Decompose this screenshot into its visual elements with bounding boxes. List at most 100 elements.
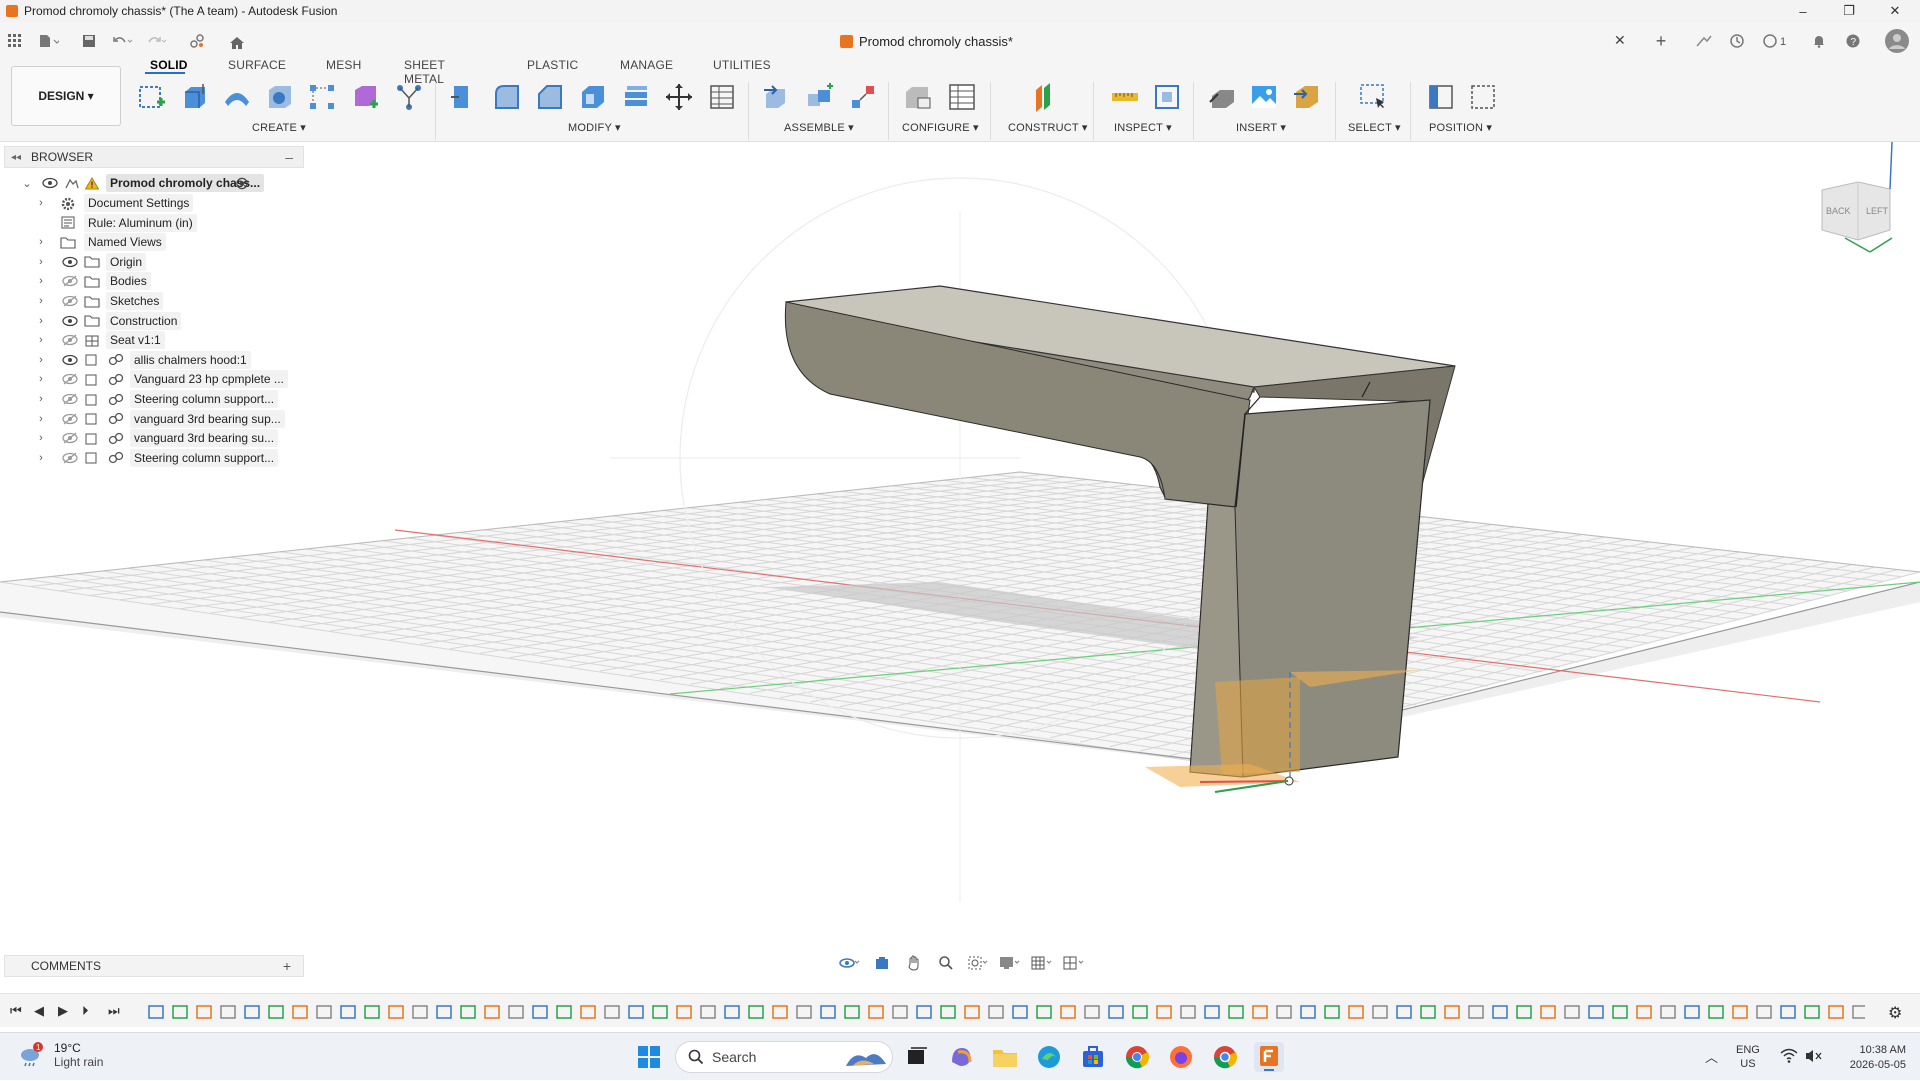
- minimize-panel-button[interactable]: –: [285, 149, 293, 165]
- fillet-icon[interactable]: [490, 80, 524, 114]
- timeline-feature-icon[interactable]: [724, 1005, 740, 1019]
- create-sketch-icon[interactable]: [135, 80, 169, 114]
- configuration-table-icon[interactable]: [945, 80, 979, 114]
- extensions-icon[interactable]: [1693, 30, 1715, 52]
- viewcube-left-label[interactable]: LEFT: [1866, 206, 1889, 216]
- browser-item-label[interactable]: Origin: [106, 252, 147, 271]
- timeline-feature-icon[interactable]: [676, 1005, 692, 1019]
- chevron-right-icon[interactable]: ›: [36, 197, 46, 209]
- document-tab[interactable]: Promod chromoly chassis*: [840, 26, 1013, 56]
- step-back-icon[interactable]: ◀︎: [34, 1003, 44, 1019]
- help-icon[interactable]: ?: [1842, 30, 1864, 52]
- tab-surface[interactable]: SURFACE: [228, 58, 286, 72]
- notification-count-icon[interactable]: 1: [1762, 30, 1792, 52]
- chevron-up-icon[interactable]: ︿: [1705, 1047, 1718, 1066]
- timeline-feature-icon[interactable]: [1228, 1005, 1244, 1019]
- timeline-feature-icon[interactable]: [1252, 1005, 1268, 1019]
- timeline-feature-icon[interactable]: [1756, 1005, 1772, 1019]
- fit-icon[interactable]: [966, 953, 990, 973]
- timeline-feature-icon[interactable]: [1156, 1005, 1172, 1019]
- timeline-feature-icon[interactable]: [1828, 1005, 1844, 1019]
- timeline-feature-icon[interactable]: [820, 1005, 836, 1019]
- modify-group-label[interactable]: MODIFY ▾: [568, 121, 621, 134]
- collapse-panel-icon[interactable]: ◂◂: [11, 152, 21, 163]
- tab-plastic[interactable]: PLASTIC: [527, 58, 578, 72]
- assemble-group-label[interactable]: ASSEMBLE ▾: [784, 121, 854, 134]
- timeline-feature-icon[interactable]: [1732, 1005, 1748, 1019]
- display-settings-icon[interactable]: [998, 953, 1022, 973]
- revolve-icon[interactable]: [220, 80, 254, 114]
- timeline-feature-icon[interactable]: [1108, 1005, 1124, 1019]
- insert-group-label[interactable]: INSERT ▾: [1236, 121, 1286, 134]
- timeline-feature-icon[interactable]: [748, 1005, 764, 1019]
- timeline-feature-icon[interactable]: [1516, 1005, 1532, 1019]
- move-copy-icon[interactable]: [662, 80, 696, 114]
- browser-item-label[interactable]: Vanguard 23 hp cpmplete ...: [130, 370, 288, 389]
- timeline-feature-icon[interactable]: [844, 1005, 860, 1019]
- new-tab-button[interactable]: +: [1650, 30, 1672, 52]
- chevron-down-icon[interactable]: ⌄: [22, 177, 32, 190]
- timeline-feature-icon[interactable]: [988, 1005, 1004, 1019]
- timeline-feature-icon[interactable]: [388, 1005, 404, 1019]
- timeline-feature-icon[interactable]: [1780, 1005, 1796, 1019]
- viewcube[interactable]: BACK LEFT Z: [1821, 131, 1895, 253]
- timeline-feature-icon[interactable]: [1276, 1005, 1292, 1019]
- visibility-eye-icon[interactable]: [62, 393, 78, 405]
- timeline-feature-icon[interactable]: [1564, 1005, 1580, 1019]
- pattern-icon[interactable]: [305, 80, 339, 114]
- tab-utilities[interactable]: UTILITIES: [713, 58, 771, 72]
- file-explorer-icon[interactable]: [990, 1042, 1020, 1072]
- visibility-eye-icon[interactable]: [62, 275, 78, 287]
- timeline-feature-icon[interactable]: [196, 1005, 212, 1019]
- timeline-feature-icon[interactable]: [1804, 1005, 1820, 1019]
- chevron-right-icon[interactable]: ›: [36, 295, 46, 307]
- create-form-icon[interactable]: [348, 80, 382, 114]
- browser-item-label[interactable]: Named Views: [84, 233, 166, 252]
- step-forward-icon[interactable]: ⏵: [82, 1003, 89, 1019]
- browser-item-label[interactable]: Seat v1:1: [106, 331, 165, 350]
- undo-icon[interactable]: [112, 30, 134, 52]
- timeline-feature-icon[interactable]: [1372, 1005, 1388, 1019]
- redo-icon[interactable]: [146, 30, 168, 52]
- derive-icon[interactable]: [392, 80, 426, 114]
- chevron-right-icon[interactable]: ›: [36, 373, 46, 385]
- timeline-feature-icon[interactable]: [508, 1005, 524, 1019]
- select-box-icon[interactable]: [1356, 80, 1390, 114]
- timeline-feature-icon[interactable]: [964, 1005, 980, 1019]
- browser-root-row[interactable]: ⌄ Promod chromoly chass...: [4, 172, 304, 194]
- timeline-feature-icon[interactable]: [1420, 1005, 1436, 1019]
- close-button[interactable]: ✕: [1872, 0, 1918, 22]
- align-icon[interactable]: [705, 80, 739, 114]
- timeline-feature-icon[interactable]: [1852, 1005, 1865, 1019]
- timeline-feature-icon[interactable]: [1084, 1005, 1100, 1019]
- minimize-button[interactable]: –: [1780, 0, 1826, 22]
- chevron-right-icon[interactable]: ›: [36, 452, 46, 464]
- offset-plane-icon[interactable]: [1028, 80, 1062, 114]
- revert-position-icon[interactable]: [1466, 80, 1500, 114]
- windows-start-icon[interactable]: [634, 1042, 664, 1072]
- chrome-icon[interactable]: [1122, 1042, 1152, 1072]
- timeline-feature-icon[interactable]: [460, 1005, 476, 1019]
- home-icon[interactable]: [226, 32, 248, 54]
- comments-panel[interactable]: COMMENTS +: [4, 955, 304, 977]
- timeline-feature-icon[interactable]: [1588, 1005, 1604, 1019]
- fusion-taskbar-icon[interactable]: [1254, 1042, 1284, 1072]
- visibility-eye-icon[interactable]: [62, 413, 78, 425]
- browser-item-label[interactable]: Steering column support...: [130, 448, 279, 467]
- go-to-start-icon[interactable]: ⏮: [10, 1003, 22, 1019]
- as-built-joint-icon[interactable]: [846, 80, 880, 114]
- timeline-feature-icon[interactable]: [1012, 1005, 1028, 1019]
- chevron-right-icon[interactable]: ›: [36, 315, 46, 327]
- visibility-eye-icon[interactable]: [62, 354, 78, 366]
- browser-item-label[interactable]: Bodies: [106, 272, 151, 291]
- timeline-feature-icon[interactable]: [1636, 1005, 1652, 1019]
- insert-mesh-icon[interactable]: [1290, 80, 1324, 114]
- timeline-feature-icon[interactable]: [1060, 1005, 1076, 1019]
- save-icon[interactable]: [78, 30, 100, 52]
- browser-item-label[interactable]: vanguard 3rd bearing sup...: [130, 409, 285, 428]
- press-pull-icon[interactable]: [446, 80, 480, 114]
- browser-item-label[interactable]: allis chalmers hood:1: [130, 350, 251, 369]
- browser-item-label[interactable]: Steering column support...: [130, 390, 279, 408]
- timeline-feature-icon[interactable]: [1300, 1005, 1316, 1019]
- configure-icon[interactable]: [900, 80, 934, 114]
